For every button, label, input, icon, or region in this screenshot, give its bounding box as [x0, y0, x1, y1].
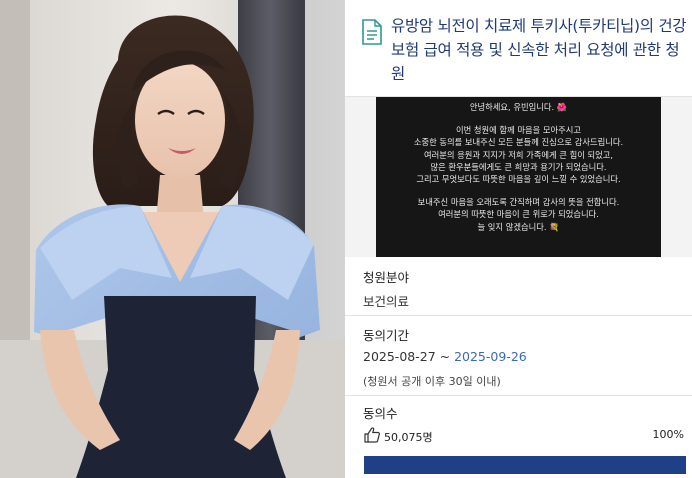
thumbs-up-icon	[364, 427, 380, 443]
petition-title: 유방암 뇌전이 치료제 투키사(투카티닙)의 건강보험 급여 적용 및 신속한 …	[391, 17, 687, 83]
period-dates: 2025-08-27 ~ 2025-09-26	[363, 349, 527, 364]
message-line: 소중한 동의를 보내주신 모든 분들께 진심으로 감사드립니다.	[413, 137, 624, 148]
portrait-photo	[0, 0, 345, 478]
message-line: 여러분의 따뜻한 마음이 큰 위로가 되었습니다.	[438, 209, 599, 220]
message-line: 보내주신 마음을 오래도록 간직하며 감사의 뜻을 전합니다.	[417, 197, 620, 208]
consent-progress-fill	[364, 456, 686, 474]
period-label: 동의기간	[363, 328, 410, 343]
category-label: 청원분야	[363, 270, 410, 285]
consent-progress-bar	[364, 456, 686, 474]
consent-count: 50,075명	[384, 431, 433, 444]
message-line: 그리고 무엇보다도 따뜻한 마음을 깊이 느낄 수 있었습니다.	[416, 174, 621, 185]
divider	[345, 315, 692, 316]
consent-percent: 100%	[652, 428, 684, 441]
document-icon	[362, 19, 382, 45]
message-line: 여러분의 응원과 지지가 저희 가족에게 큰 힘이 되었고,	[423, 149, 614, 160]
message-line: 이번 청원에 함께 마음을 모아주시고	[455, 125, 582, 136]
period-end-date: 2025-09-26	[454, 349, 527, 364]
flower-emoji-icon: 🌺	[556, 102, 568, 112]
bouquet-emoji-icon: 💐	[549, 221, 560, 232]
period-note: (청원서 공개 이후 30일 이내)	[363, 375, 501, 388]
divider	[345, 395, 692, 396]
message-line: 늘 잊지 않겠습니다.	[477, 221, 547, 232]
petition-header: 유방암 뇌전이 치료제 투키사(투카티닙)의 건강보험 급여 적용 및 신속한 …	[345, 0, 692, 96]
category-value: 보건의료	[363, 294, 410, 309]
period-separator: ~	[435, 349, 455, 364]
period-start-date: 2025-08-27	[363, 349, 436, 364]
message-greeting: 안녕하세요, 유빈입니다.	[469, 102, 555, 112]
consent-label: 동의수	[363, 406, 398, 421]
petition-panel: 유방암 뇌전이 치료제 투키사(투카티닙)의 건강보험 급여 적용 및 신속한 …	[345, 0, 692, 478]
thank-you-message: 안녕하세요, 유빈입니다. 🌺 이번 청원에 함께 마음을 모아주시고 소중한 …	[376, 97, 661, 257]
message-image-area: 안녕하세요, 유빈입니다. 🌺 이번 청원에 함께 마음을 모아주시고 소중한 …	[345, 96, 692, 257]
message-line: 많은 환우분들에게도 큰 희망과 용기가 되었습니다.	[430, 161, 607, 172]
